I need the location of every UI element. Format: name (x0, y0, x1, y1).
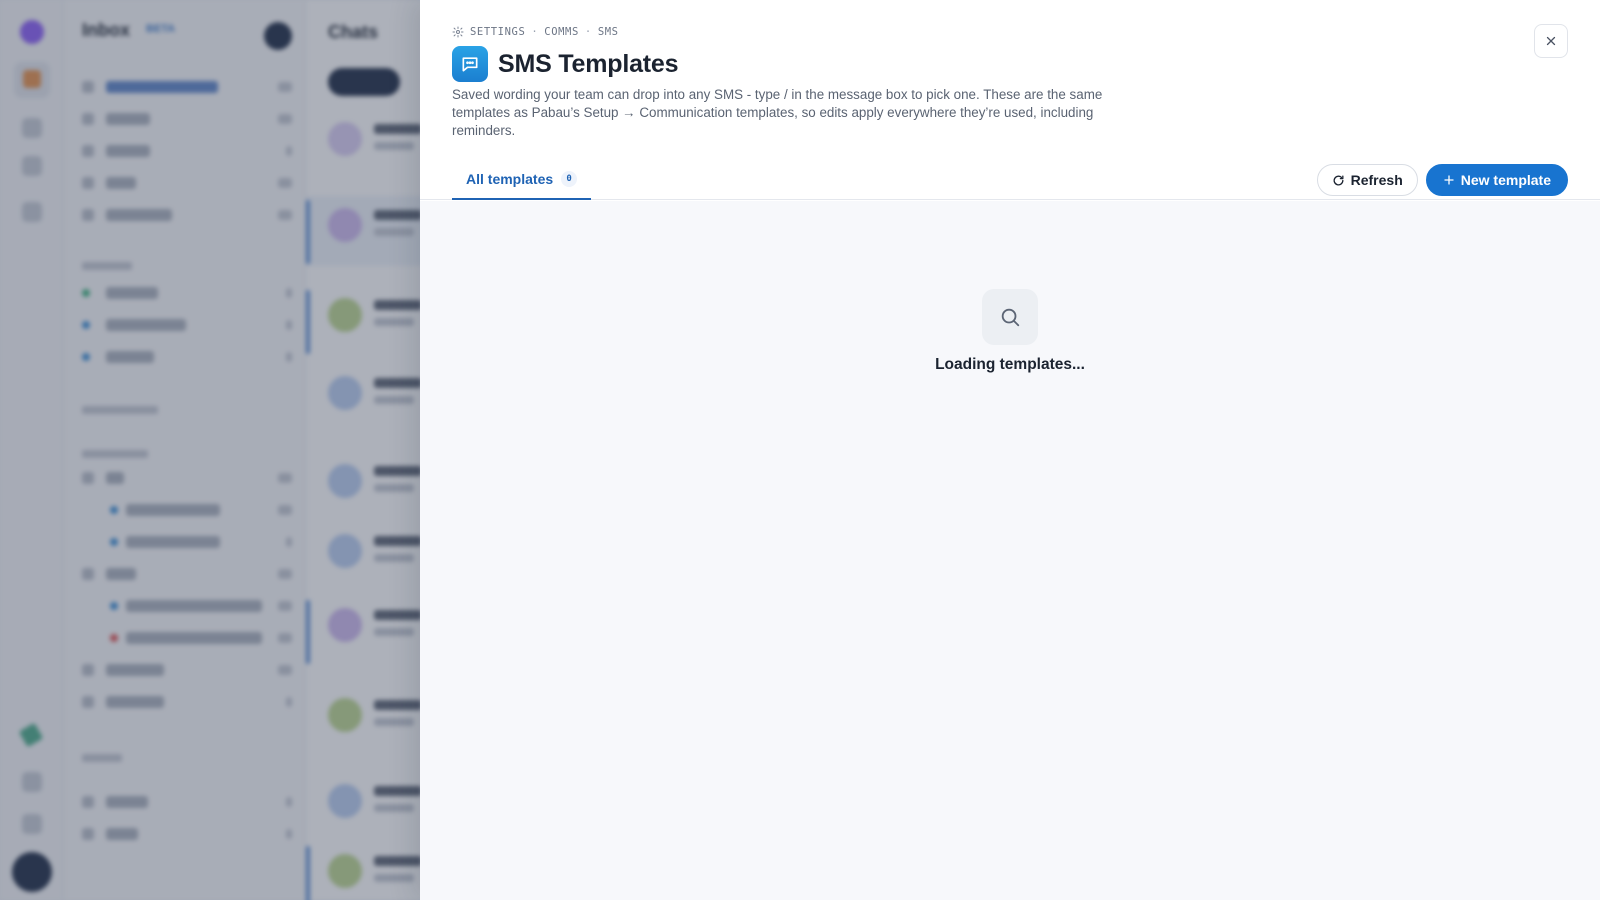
tab-count-badge: 0 (561, 171, 578, 187)
page-title: SMS Templates (498, 49, 679, 78)
gear-icon (452, 26, 464, 38)
drawer-header: SETTINGS · COMMS · SMS SMS Templates Sav… (420, 0, 1600, 200)
loading-text: Loading templates... (935, 356, 1085, 373)
modal-scrim[interactable] (0, 0, 420, 900)
sms-templates-drawer: SETTINGS · COMMS · SMS SMS Templates Sav… (420, 0, 1600, 900)
page-description: Saved wording your team can drop into an… (452, 87, 1103, 138)
breadcrumb-settings[interactable]: SETTINGS (470, 26, 525, 38)
refresh-icon (1333, 175, 1344, 185)
breadcrumb-separator: · (584, 26, 592, 38)
tab-all-templates[interactable]: All templates 0 (452, 160, 592, 200)
refresh-label: Refresh (1350, 172, 1403, 188)
tab-bar: All templates 0 (452, 160, 592, 200)
close-button[interactable] (1534, 24, 1568, 58)
plus-icon (1444, 175, 1454, 185)
breadcrumb-sms: SMS (597, 26, 619, 38)
search-icon (982, 289, 1038, 345)
header-actions: Refresh New template (1316, 164, 1568, 196)
templates-list-area: Loading templates... (420, 201, 1600, 900)
chat-bubble-icon (452, 46, 488, 82)
refresh-button[interactable]: Refresh (1316, 164, 1418, 196)
new-template-label: New template (1460, 172, 1551, 188)
breadcrumb-comms[interactable]: COMMS (544, 26, 579, 38)
title-row: SMS Templates (452, 46, 679, 82)
breadcrumb-separator: · (531, 26, 539, 38)
close-icon (1546, 36, 1556, 46)
tab-label: All templates (466, 171, 554, 187)
new-template-button[interactable]: New template (1425, 164, 1568, 196)
breadcrumb: SETTINGS · COMMS · SMS (452, 26, 619, 38)
